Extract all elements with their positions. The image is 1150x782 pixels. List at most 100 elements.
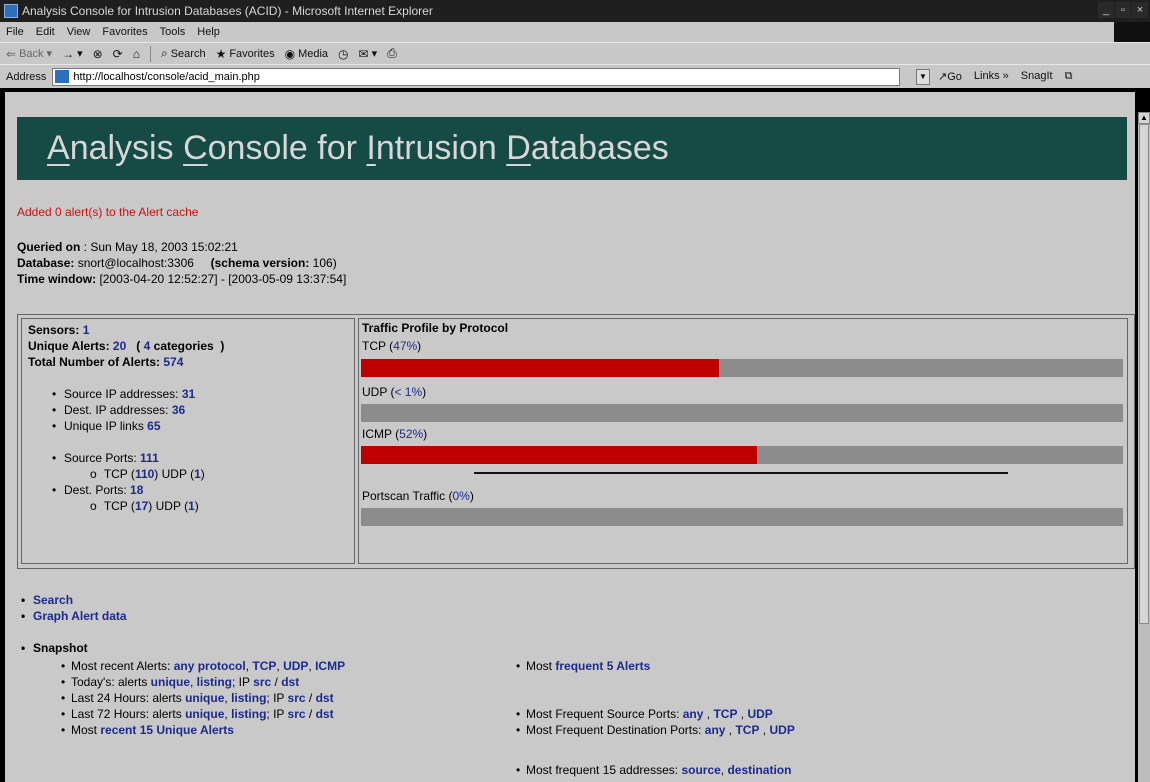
portscan-pct-link[interactable]: 0%	[453, 489, 470, 503]
icmp-label-row: ICMP (52%)	[362, 427, 428, 441]
recent15-link[interactable]: recent 15 Unique Alerts	[100, 723, 234, 737]
search-link[interactable]: Search	[33, 593, 73, 607]
dst-udp-link[interactable]: 1	[188, 499, 195, 513]
forward-button[interactable]: → ▾	[62, 47, 83, 61]
menu-view[interactable]: View	[67, 26, 91, 38]
menu-tools[interactable]: Tools	[160, 26, 186, 38]
unique-alerts-link[interactable]: 20	[113, 339, 126, 353]
src-tcp-link[interactable]: 110	[135, 467, 154, 481]
freq15-source-link[interactable]: source	[681, 763, 720, 777]
favorites-icon: ★	[215, 46, 227, 61]
refresh-button[interactable]: ⟳	[113, 47, 123, 61]
h24-ip-label: ; IP	[266, 691, 285, 705]
sensors-link[interactable]: 1	[83, 323, 90, 337]
freq-dst-udp-link[interactable]: UDP	[769, 723, 794, 737]
ip-links-link[interactable]: 65	[147, 419, 160, 433]
snagit-button[interactable]: SnagIt	[1021, 70, 1053, 83]
udp-pct-link[interactable]: < 1%	[394, 385, 422, 399]
menu-favorites[interactable]: Favorites	[102, 26, 147, 38]
search-button[interactable]: ⌕ Search	[161, 46, 206, 61]
mail-button[interactable]: ✉ ▾	[359, 47, 378, 61]
favorites-button[interactable]: ★ Favorites	[216, 47, 275, 61]
print-button[interactable]: ⎙	[387, 46, 397, 61]
home-button[interactable]: ⌂	[133, 47, 140, 61]
freq-src-udp-link[interactable]: UDP	[747, 707, 772, 721]
udp-label-row: UDP (< 1%)	[362, 385, 427, 399]
freq15-destination-link[interactable]: destination	[727, 763, 791, 777]
dst-tcp-link[interactable]: 17	[135, 499, 148, 513]
graph-alert-link[interactable]: Graph Alert data	[33, 609, 127, 623]
address-input[interactable]: http://localhost/console/acid_main.php	[52, 67, 901, 86]
banner-text-1: nalysis	[69, 129, 184, 167]
unique-alerts-label: Unique Alerts:	[28, 339, 110, 353]
back-button[interactable]: ⇐ Back ▾	[6, 47, 52, 61]
h72-unique-link[interactable]: unique	[185, 707, 224, 721]
freq-src-tcp-link[interactable]: TCP	[713, 707, 737, 721]
snagit-capture-icon[interactable]: ⧉	[1065, 70, 1073, 83]
list-item: Today's: alerts unique, listing; IP src …	[57, 674, 517, 690]
h24-unique-link[interactable]: unique	[185, 691, 224, 705]
vertical-scrollbar[interactable]	[1138, 112, 1150, 782]
unique-alerts-row: Unique Alerts: 20 ( 4 categories )	[28, 338, 348, 354]
scroll-up-button[interactable]: ▲	[1138, 112, 1150, 124]
minimize-button[interactable]: _	[1098, 2, 1114, 18]
banner-text-4: atabases	[530, 129, 669, 167]
address-dropdown-button[interactable]: ▼	[916, 69, 930, 85]
source-ports-link[interactable]: 111	[140, 451, 159, 465]
recent-any-link[interactable]: any protocol	[174, 659, 246, 673]
snapshot-left-column: Most recent Alerts: any protocol, TCP, U…	[57, 658, 517, 738]
links-button[interactable]: Links »	[974, 70, 1009, 83]
freq5-link[interactable]: frequent 5 Alerts	[555, 659, 650, 673]
h72-listing-link[interactable]: listing	[231, 707, 266, 721]
stop-button[interactable]: ⊗	[93, 47, 103, 61]
sensors-row: Sensors: 1	[28, 322, 348, 338]
h24-src-link[interactable]: src	[288, 691, 306, 705]
page-icon	[55, 70, 70, 83]
icmp-pct-link[interactable]: 52%	[399, 427, 423, 441]
search-label: Search	[170, 47, 206, 60]
today-dst-link[interactable]: dst	[281, 675, 299, 689]
today-unique-link[interactable]: unique	[151, 675, 190, 689]
freq-dst-any-link[interactable]: any	[705, 723, 726, 737]
categories-link[interactable]: 4	[144, 339, 151, 353]
tcp-pct-link[interactable]: 47%	[393, 339, 417, 353]
close-button[interactable]: ×	[1132, 2, 1148, 18]
src-udp-label: ) UDP (	[154, 467, 195, 481]
media-icon: ◉	[284, 46, 296, 61]
recent-icmp-link[interactable]: ICMP	[315, 659, 345, 673]
src-udp-link[interactable]: 1	[194, 467, 201, 481]
list-item: Last 24 Hours: alerts unique, listing; I…	[57, 690, 517, 706]
today-src-link[interactable]: src	[253, 675, 271, 689]
address-label: Address	[6, 70, 47, 83]
menu-file[interactable]: File	[6, 26, 24, 38]
go-button[interactable]: ↗Go	[938, 70, 962, 83]
time-window-row: Time window: [2003-04-20 12:52:27] - [20…	[17, 271, 346, 287]
recent-tcp-link[interactable]: TCP	[252, 659, 276, 673]
h72-src-link[interactable]: src	[288, 707, 306, 721]
recent-udp-link[interactable]: UDP	[283, 659, 308, 673]
categories-open: (	[136, 339, 141, 353]
menu-edit[interactable]: Edit	[36, 26, 55, 38]
source-ip-link[interactable]: 31	[182, 387, 195, 401]
dest-ip-link[interactable]: 36	[172, 403, 185, 417]
menu-help[interactable]: Help	[197, 26, 220, 38]
dest-ports-link[interactable]: 18	[130, 483, 143, 497]
media-button[interactable]: ◉ Media	[285, 47, 328, 61]
freq-src-any-link[interactable]: any	[683, 707, 704, 721]
h72-dst-link[interactable]: dst	[316, 707, 334, 721]
dst-udp-label: ) UDP (	[148, 499, 189, 513]
scrollbar-thumb[interactable]	[1139, 124, 1149, 624]
today-listing-link[interactable]: listing	[197, 675, 232, 689]
snapshot-right-column: Most frequent 5 Alerts Most Frequent Sou…	[512, 658, 1112, 778]
freq-dst-tcp-link[interactable]: TCP	[735, 723, 759, 737]
udp-bar-track	[361, 404, 1123, 422]
h24-listing-link[interactable]: listing	[231, 691, 266, 705]
forward-arrow-icon: →	[62, 46, 75, 61]
history-button[interactable]: ◷	[338, 47, 348, 61]
queried-on-label: Queried on	[17, 240, 81, 254]
maximize-button[interactable]: ▫	[1115, 2, 1131, 18]
snapshot-label: Snapshot	[33, 641, 88, 655]
h24-dst-link[interactable]: dst	[316, 691, 334, 705]
total-alerts-link[interactable]: 574	[163, 355, 183, 369]
queried-on-value: : Sun May 18, 2003 15:02:21	[80, 240, 238, 254]
